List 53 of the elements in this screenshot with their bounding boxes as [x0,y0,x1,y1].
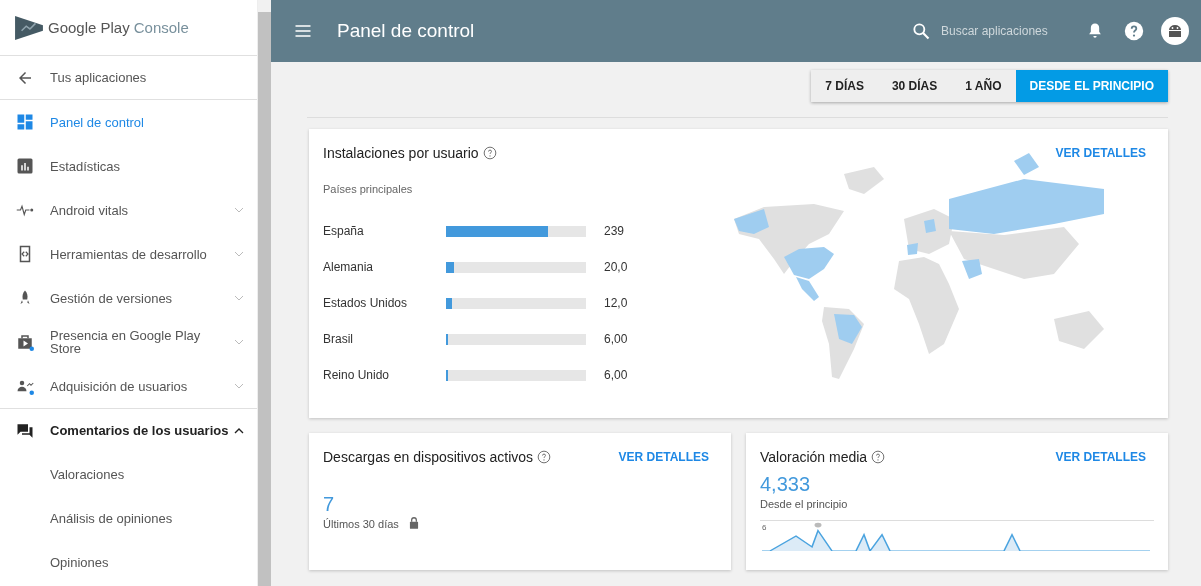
help-outline-icon [482,146,497,160]
country-name: Reino Unido [323,368,391,382]
scroll-up-icon[interactable] [258,0,271,12]
nav-subitem[interactable]: Análisis de opiniones [0,496,257,540]
metric-caption: Últimos 30 días [323,518,399,530]
nav-item[interactable]: Android vitals [0,188,257,232]
country-value: 6,00 [604,368,628,382]
country-name: Brasil [323,332,354,346]
country-value: 12,0 [604,296,628,310]
nav-item[interactable]: Presencia en Google Play Store [0,320,257,364]
country-value: 6,00 [604,332,628,346]
metric-caption: Desde el principio [760,498,849,510]
card-title: Valoración media [760,449,868,465]
search-field[interactable]: Buscar aplicaciones [939,23,1073,39]
card-title: Descargas en dispositivos activos [323,449,534,465]
nav-item[interactable]: Comentarios de los usuarios [0,408,257,452]
store-bag-icon [16,333,34,351]
nav-subitem[interactable]: Valoraciones [0,452,257,496]
country-name: España [323,224,365,238]
details-link[interactable]: VER DETALLES [618,450,709,464]
range-tab[interactable]: 7 DÍAS [811,70,878,102]
brand-name: Google Play [48,19,130,36]
country-value: 239 [604,224,625,238]
metric-value: 4,333 [760,473,812,496]
bar-chart-icon [16,157,34,175]
country-name: Estados Unidos [323,296,409,310]
chat-bubbles-icon [16,421,34,440]
axis-label: 6 [762,523,767,532]
country-name: Alemania [323,260,375,274]
metric-value: 7 [323,493,336,516]
section-label: Países principales [323,183,414,195]
details-link[interactable]: VER DETALLES [1055,146,1146,160]
help-outline-icon [871,450,886,464]
play-console-logo [14,14,44,41]
nav-item[interactable]: Estadísticas [0,144,257,188]
card-title: Instalaciones por usuario [323,145,479,161]
range-tab[interactable]: 1 AÑO [951,70,1016,102]
help-outline-icon [537,450,552,464]
details-link[interactable]: VER DETALLES [1055,450,1146,464]
nav-item[interactable]: Adquisición de usuarios [0,364,257,408]
nav-item[interactable]: Herramientas de desarrollo [0,232,257,276]
dashboard-icon [16,113,34,131]
country-value: 20,0 [604,260,628,274]
nav-subitem[interactable]: Opiniones [0,540,257,584]
scrollbar[interactable] [257,0,271,586]
brand-suffix: Console [133,19,189,36]
nav-item[interactable]: Panel de control [0,100,257,144]
nav-item[interactable]: Gestión de versiones [0,276,257,320]
android-avatar-icon[interactable] [1161,17,1189,45]
range-tab[interactable]: 30 DÍAS [877,70,952,102]
page-title: Panel de control [337,20,476,42]
search-icon [911,21,931,41]
help-icon[interactable] [1123,20,1145,42]
